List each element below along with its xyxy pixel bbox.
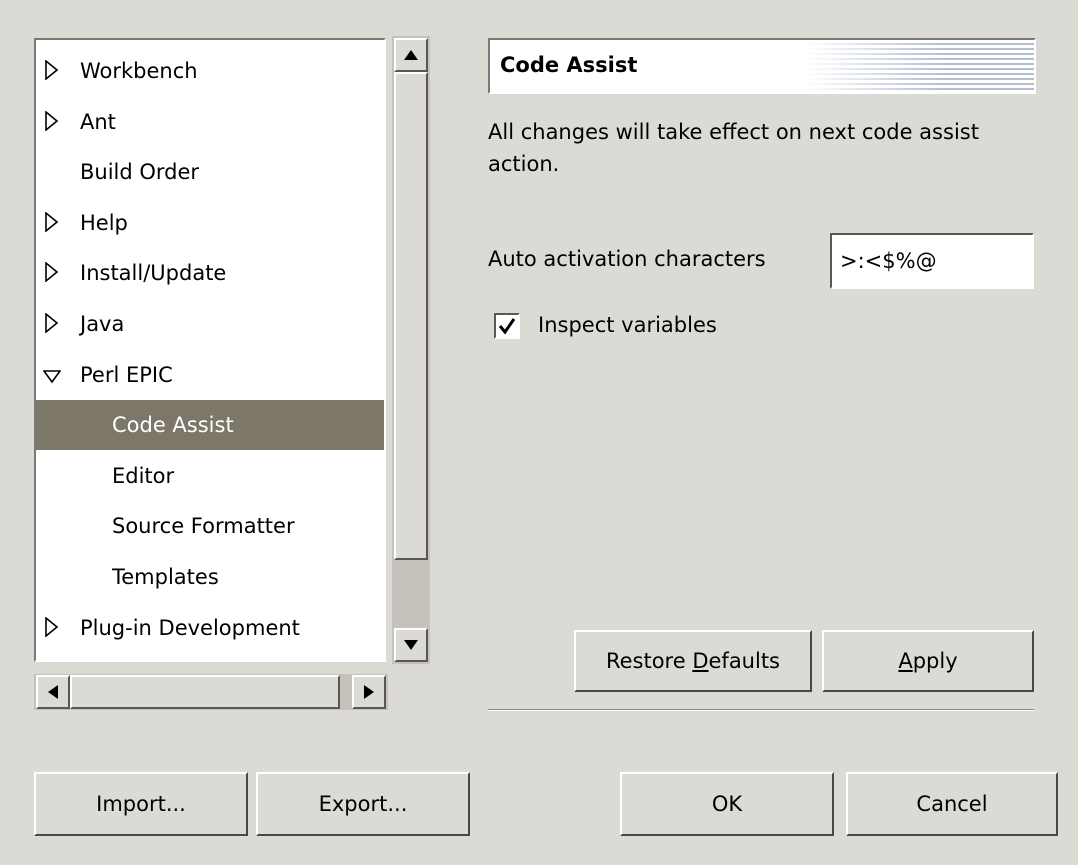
tree-item-label: Ant — [80, 109, 116, 134]
tree-item-label: Source Formatter — [112, 514, 295, 539]
separator — [488, 709, 1034, 711]
triangle-right-icon[interactable] — [43, 616, 61, 639]
cancel-button[interactable]: Cancel — [846, 772, 1058, 836]
triangle-right-icon[interactable] — [43, 60, 61, 82]
tree-item-label: Perl EPIC — [80, 362, 173, 387]
apply-button[interactable]: Apply — [822, 630, 1034, 692]
scroll-down-button[interactable] — [394, 628, 428, 662]
checkmark-icon — [498, 318, 516, 335]
arrow-down-icon — [404, 640, 418, 650]
page-title: Code Assist — [500, 53, 638, 77]
triangle-right-icon[interactable] — [43, 313, 61, 335]
restore-defaults-button[interactable]: Restore Defaults — [574, 630, 812, 692]
auto-activation-input[interactable] — [830, 233, 1034, 289]
tree-item-label: Workbench — [80, 59, 198, 83]
inspect-variables-checkbox[interactable] — [494, 313, 520, 339]
preference-tree[interactable]: Workbench Ant Build Order Help Install/Updat… — [34, 38, 386, 662]
tree-item-label: Java — [80, 312, 125, 336]
tree-item[interactable]: Help — [36, 198, 384, 248]
tree-item-label: Code Assist — [112, 413, 234, 438]
tree-item[interactable]: Build Order — [36, 147, 384, 197]
triangle-right-icon[interactable] — [43, 262, 61, 284]
tree-item[interactable]: Code Assist — [36, 400, 384, 451]
restore-defaults-label: Restore Defaults — [605, 649, 781, 673]
tree-item-label: Install/Update — [80, 261, 227, 286]
tree-item[interactable]: Plug-in Development — [36, 603, 384, 653]
arrow-left-icon — [48, 685, 58, 699]
import-button[interactable]: Import... — [34, 772, 248, 836]
scroll-right-button[interactable] — [352, 675, 386, 709]
export-button[interactable]: Export... — [256, 772, 470, 836]
horizontal-scroll-thumb[interactable] — [70, 675, 340, 709]
tree-item[interactable]: Editor — [36, 451, 384, 501]
page-description: All changes will take effect on next cod… — [488, 120, 979, 176]
tree-item[interactable]: Templates — [36, 552, 384, 602]
tree-item-label: Help — [80, 210, 128, 235]
inspect-variables-label: Inspect variables — [538, 313, 717, 337]
title-banner-decoration — [804, 42, 1034, 90]
triangle-right-icon[interactable] — [43, 110, 61, 133]
triangle-right-icon[interactable] — [43, 211, 61, 234]
tree-vertical-scrollbar[interactable] — [392, 36, 430, 664]
tree-item-label: Plug-in Development — [80, 615, 300, 640]
page-title-bar: Code Assist — [488, 38, 1036, 94]
tree-item[interactable]: Install/Update — [36, 248, 384, 298]
auto-activation-label: Auto activation characters — [488, 247, 766, 271]
tree-horizontal-scrollbar[interactable] — [34, 674, 388, 710]
arrow-up-icon — [404, 50, 418, 60]
apply-label: Apply — [898, 649, 958, 673]
triangle-down-icon[interactable] — [43, 364, 61, 386]
arrow-right-icon — [364, 685, 374, 699]
tree-item-label: Build Order — [80, 160, 200, 185]
tree-item[interactable]: Source Formatter — [36, 501, 384, 551]
tree-item-label: Templates — [112, 565, 219, 589]
tree-item[interactable]: Java — [36, 299, 384, 349]
scroll-left-button[interactable] — [36, 675, 70, 709]
ok-button[interactable]: OK — [620, 772, 834, 836]
tree-item-label: Editor — [112, 463, 175, 488]
scroll-up-button[interactable] — [394, 38, 428, 72]
scroll-thumb[interactable] — [394, 72, 428, 560]
tree-item[interactable]: Perl EPIC — [36, 350, 384, 400]
tree-item[interactable]: Ant — [36, 97, 384, 147]
tree-item[interactable]: Workbench — [36, 46, 384, 96]
